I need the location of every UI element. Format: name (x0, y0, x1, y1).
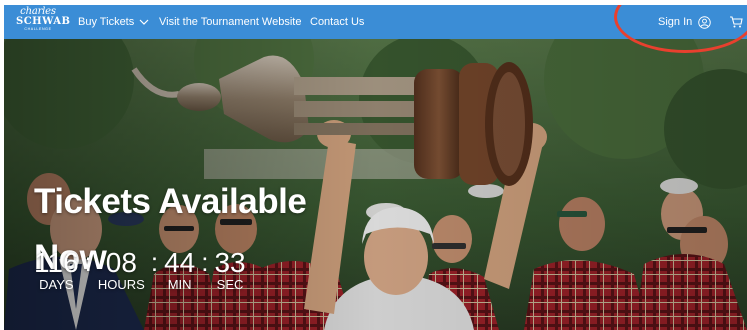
logo-text-schwab: SCHWAB (16, 16, 71, 27)
cart-icon[interactable] (729, 15, 743, 29)
countdown-timer: 116 DAYS : 08 HOURS : 44 MIN : 33 SEC (34, 249, 246, 292)
countdown-sec-value: 33 (214, 247, 246, 278)
nav-visit-label: Visit the Tournament Website (159, 16, 302, 28)
countdown-days: 116 DAYS (34, 249, 79, 292)
nav-contact-us[interactable]: Contact Us (310, 5, 364, 39)
nav-contact-label: Contact Us (310, 16, 365, 28)
sign-in-label: Sign In (658, 16, 693, 28)
nav-visit-tournament-website[interactable]: Visit the Tournament Website (159, 5, 301, 39)
countdown-separator: : (84, 247, 92, 277)
countdown-min-value: 44 (164, 247, 196, 278)
chevron-down-icon (139, 19, 149, 25)
countdown-hours: 08 HOURS (98, 249, 145, 292)
countdown-days-label: DAYS (39, 277, 74, 292)
nav-buy-tickets-label: Buy Tickets (78, 16, 135, 28)
countdown-min: 44 MIN (164, 249, 195, 292)
countdown-min-label: MIN (167, 277, 192, 292)
countdown-separator: : (150, 247, 159, 277)
logo-text-challenge: CHALLENGE (24, 27, 52, 31)
charles-schwab-challenge-logo[interactable]: charles SCHWAB CHALLENGE (16, 7, 71, 37)
countdown-hours-label: HOURS (97, 277, 145, 292)
nav-buy-tickets[interactable]: Buy Tickets (78, 5, 149, 39)
countdown-sec-label: SEC (216, 277, 244, 292)
browser-viewport: charles SCHWAB CHALLENGE Buy Tickets Vis… (4, 5, 747, 330)
countdown-separator: : (201, 247, 209, 277)
countdown-hours-value: 08 (105, 247, 137, 278)
sign-in-button[interactable]: Sign In (658, 5, 711, 39)
countdown-sec: 33 SEC (214, 249, 245, 292)
user-icon (698, 15, 711, 29)
hero-headline-line1: Tickets Available (34, 182, 307, 221)
countdown-days-value: 116 (34, 247, 79, 278)
top-navbar: charles SCHWAB CHALLENGE Buy Tickets Vis… (4, 5, 747, 39)
